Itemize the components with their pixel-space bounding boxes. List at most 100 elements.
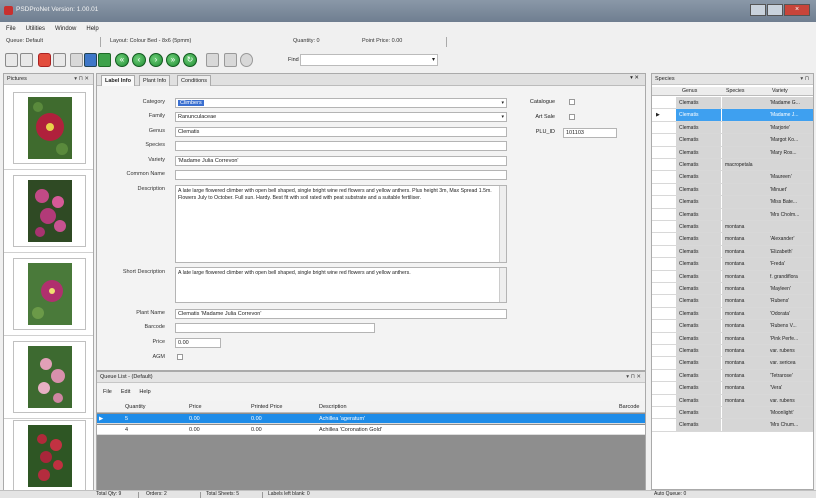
table-row[interactable]: Clematis 'Margot Ko... bbox=[652, 134, 813, 147]
maximize-button[interactable] bbox=[767, 4, 783, 16]
variety-cell[interactable]: 'Mary Ros... bbox=[770, 150, 812, 156]
table-row[interactable]: Clematis montana bbox=[652, 221, 813, 234]
edit-label-icon[interactable] bbox=[20, 53, 33, 67]
table-row[interactable]: Clematis montana 'Vera' bbox=[652, 382, 813, 395]
variety-cell[interactable]: 'Minuet' bbox=[770, 187, 812, 193]
table-row[interactable]: Clematis montana 'Elizabeth' bbox=[652, 245, 813, 259]
column-header[interactable]: Genus bbox=[682, 88, 697, 94]
genus-cell[interactable]: Clematis bbox=[679, 286, 719, 292]
table-row[interactable]: Clematis montana 'Odorata' bbox=[652, 307, 813, 321]
column-header[interactable]: Species bbox=[726, 88, 744, 94]
genus-field[interactable]: Clematis bbox=[175, 127, 507, 137]
species-field[interactable] bbox=[175, 141, 507, 151]
species-cell[interactable]: montana bbox=[725, 249, 765, 255]
tab-conditions[interactable]: Conditions bbox=[177, 75, 211, 86]
genus-cell[interactable]: Clematis bbox=[679, 249, 719, 255]
species-cell[interactable]: montana bbox=[725, 261, 765, 267]
agm-checkbox[interactable] bbox=[177, 354, 183, 360]
species-cell[interactable]: montana bbox=[725, 224, 765, 230]
genus-cell[interactable]: Clematis bbox=[679, 298, 719, 304]
print-icon[interactable] bbox=[84, 53, 97, 67]
genus-cell[interactable]: Clematis bbox=[679, 261, 719, 267]
species-cell[interactable]: montana bbox=[725, 286, 765, 292]
table-row[interactable]: 4 0.00 0.00 Achillea 'Coronation Gold' bbox=[97, 425, 645, 435]
table-row[interactable]: Clematis montana 'Rubens' bbox=[652, 295, 813, 308]
variety-cell[interactable]: var. sericea bbox=[770, 360, 812, 366]
plant-photo[interactable] bbox=[13, 92, 86, 164]
menu-help[interactable]: Help bbox=[86, 26, 98, 32]
genus-cell[interactable]: Clematis bbox=[679, 125, 719, 131]
species-cell[interactable]: montana bbox=[725, 336, 765, 342]
first-record-icon[interactable]: « bbox=[115, 53, 129, 67]
category-select[interactable]: Climbers ▾ bbox=[175, 98, 507, 108]
table-row[interactable]: Clematis montana 'Tetrarose' bbox=[652, 369, 813, 383]
table-row[interactable]: Clematis 'Moonlight' bbox=[652, 407, 813, 420]
table-row[interactable]: Clematis montana 'Freda' bbox=[652, 258, 813, 271]
scrollbar[interactable] bbox=[499, 186, 506, 262]
menu-utilities[interactable]: Utilities bbox=[26, 26, 45, 32]
barcode-field[interactable] bbox=[175, 323, 375, 333]
plant-photo[interactable] bbox=[13, 420, 86, 492]
family-select[interactable]: Ranunculaceae ▾ bbox=[175, 112, 507, 122]
price-cell[interactable]: 0.00 bbox=[189, 416, 200, 422]
table-row[interactable]: Clematis 'Mrs Chum... bbox=[652, 419, 813, 432]
genus-cell[interactable]: Clematis bbox=[679, 174, 719, 180]
genus-cell[interactable]: Clematis bbox=[679, 410, 719, 416]
variety-cell[interactable]: 'Elizabeth' bbox=[770, 249, 812, 255]
plant-photo[interactable] bbox=[13, 341, 86, 413]
variety-cell[interactable]: var. rubens bbox=[770, 398, 812, 404]
table-row[interactable]: Clematis montana var. rubens bbox=[652, 345, 813, 358]
layout-selector[interactable]: Layout: Colour Bed - 8x6 (5pmm) bbox=[110, 38, 191, 44]
variety-cell[interactable]: 'Mrs Cholm... bbox=[770, 212, 812, 218]
variety-cell[interactable]: 'Moonlight' bbox=[770, 410, 812, 416]
table-row[interactable]: Clematis 'Marjorie' bbox=[652, 121, 813, 135]
species-cell[interactable]: montana bbox=[725, 385, 765, 391]
genus-cell[interactable]: Clematis bbox=[679, 162, 719, 168]
variety-cell[interactable]: 'Mayleen' bbox=[770, 286, 812, 292]
settings-icon[interactable] bbox=[206, 53, 219, 67]
scrollbar[interactable] bbox=[499, 268, 506, 302]
species-cell[interactable]: montana bbox=[725, 398, 765, 404]
variety-cell[interactable]: 'Margot Ko... bbox=[770, 137, 812, 143]
panel-controls[interactable]: ▾ ✕ bbox=[630, 75, 639, 81]
species-cell[interactable]: montana bbox=[725, 274, 765, 280]
minimize-button[interactable] bbox=[750, 4, 766, 16]
table-row[interactable]: Clematis montana var. sericea bbox=[652, 357, 813, 370]
species-cell[interactable]: montana bbox=[725, 236, 765, 242]
table-row[interactable]: Clematis 'Mary Ros... bbox=[652, 146, 813, 159]
price-field[interactable]: 0.00 bbox=[175, 338, 221, 348]
print-preview-icon[interactable] bbox=[70, 53, 83, 67]
next-record-icon[interactable]: › bbox=[149, 53, 163, 67]
find-input[interactable]: ▾ bbox=[300, 54, 438, 66]
queue-menu-help[interactable]: Help bbox=[139, 389, 150, 395]
table-row[interactable]: Clematis montana var. rubens bbox=[652, 394, 813, 407]
add-queue-icon[interactable] bbox=[98, 53, 111, 67]
queue-selector[interactable]: Queue: Default bbox=[6, 38, 43, 44]
table-row[interactable]: Clematis montana 'Pink Perfe... bbox=[652, 332, 813, 345]
variety-cell[interactable]: 'Freda' bbox=[770, 261, 812, 267]
variety-cell[interactable]: 'Mrs Chum... bbox=[770, 422, 812, 428]
genus-cell[interactable]: Clematis bbox=[679, 311, 719, 317]
plu-id-field[interactable]: 101103 bbox=[563, 128, 617, 138]
variety-cell[interactable]: var. rubens bbox=[770, 348, 812, 354]
menu-window[interactable]: Window bbox=[55, 26, 76, 32]
new-label-icon[interactable] bbox=[5, 53, 18, 67]
variety-cell[interactable]: 'Marjorie' bbox=[770, 125, 812, 131]
plant-photo[interactable] bbox=[13, 258, 86, 330]
species-cell[interactable]: macropetala bbox=[725, 162, 765, 168]
close-button[interactable]: × bbox=[784, 4, 810, 16]
genus-cell[interactable]: Clematis bbox=[679, 187, 719, 193]
genus-cell[interactable]: Clematis bbox=[679, 323, 719, 329]
column-header[interactable]: Quantity bbox=[125, 404, 145, 410]
description-field[interactable]: A late large flowered climber with open … bbox=[175, 185, 507, 263]
queue-menu-file[interactable]: File bbox=[103, 389, 112, 395]
genus-cell[interactable]: Clematis bbox=[679, 274, 719, 280]
quantity-cell[interactable]: 4 bbox=[125, 427, 128, 433]
last-record-icon[interactable]: » bbox=[166, 53, 180, 67]
variety-field[interactable]: 'Madame Julia Correvon' bbox=[175, 156, 507, 166]
common-name-field[interactable] bbox=[175, 170, 507, 180]
plant-photo[interactable] bbox=[13, 175, 86, 247]
species-cell[interactable]: montana bbox=[725, 360, 765, 366]
chevron-down-icon[interactable]: ▾ bbox=[432, 56, 435, 63]
species-cell[interactable]: montana bbox=[725, 311, 765, 317]
